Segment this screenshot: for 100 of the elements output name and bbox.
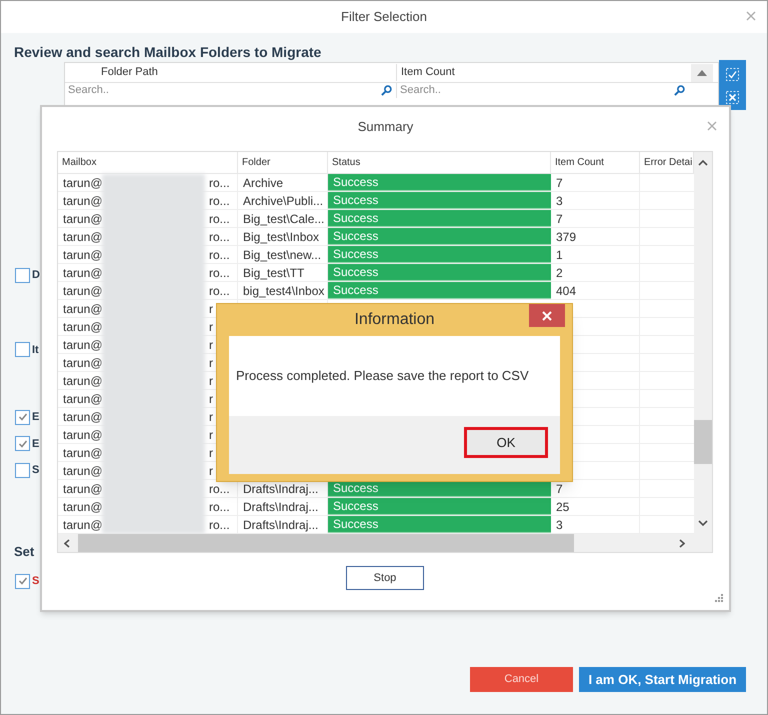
- option-label: S: [32, 574, 40, 589]
- table-cell-text: Big_test\new...: [243, 246, 322, 264]
- table-cell-text: Big_test\Inbox: [243, 228, 320, 246]
- close-icon[interactable]: [707, 121, 717, 131]
- table-cell-text: 3: [556, 192, 563, 210]
- mailbox-text: r: [209, 462, 213, 480]
- search-field[interactable]: Search..: [400, 82, 674, 99]
- table-cell-text: 7: [556, 210, 563, 228]
- table-cell-text: Big_test\Cale...: [243, 210, 324, 228]
- scroll-left-icon[interactable]: [64, 539, 70, 548]
- column-header: Folder Path: [100, 65, 159, 80]
- table-cell-text: Drafts\Indraj...: [243, 516, 318, 534]
- mailbox-text: tarun@: [63, 372, 104, 390]
- mailbox-text: tarun@: [63, 498, 104, 516]
- checkbox[interactable]: [15, 268, 30, 283]
- start-migration-button[interactable]: I am OK, Start Migration: [579, 667, 746, 692]
- close-icon[interactable]: [746, 11, 756, 21]
- column-header: Status: [328, 152, 551, 173]
- mailbox-text: tarun@: [63, 246, 104, 264]
- mailbox-text: tarun@: [63, 354, 104, 372]
- scrollbar-thumb[interactable]: [78, 534, 574, 552]
- mailbox-text: ro...: [209, 210, 230, 228]
- scroll-right-icon[interactable]: [679, 539, 685, 548]
- status-cell: Success: [328, 228, 551, 245]
- mailbox-text: ro...: [209, 264, 230, 282]
- checkbox[interactable]: [15, 462, 30, 478]
- search-icon: [381, 85, 392, 96]
- mailbox-text: tarun@: [63, 444, 104, 462]
- horizontal-scrollbar[interactable]: [58, 534, 712, 552]
- mailbox-text: tarun@: [63, 318, 104, 336]
- checkbox[interactable]: [15, 574, 30, 589]
- resize-grip-icon[interactable]: [715, 594, 723, 602]
- table-cell-text: 379: [556, 228, 576, 246]
- option-label: It: [32, 342, 39, 358]
- option-label: E: [32, 436, 40, 452]
- mailbox-text: tarun@: [63, 480, 104, 498]
- deselect-all-icon[interactable]: [726, 91, 739, 104]
- mailbox-text: ro...: [209, 480, 230, 498]
- section-heading: Review and search Mailbox Folders to Migrate: [14, 43, 322, 61]
- ok-button[interactable]: OK: [464, 427, 548, 458]
- mailbox-text: r: [209, 354, 213, 372]
- status-cell: Success: [328, 264, 551, 281]
- table-cell-text: big_test4\Inbox: [243, 282, 324, 300]
- window-title: Filter Selection: [341, 8, 427, 26]
- checkbox[interactable]: [15, 342, 30, 358]
- status-cell: Success: [328, 498, 551, 515]
- mailbox-text: r: [209, 426, 213, 444]
- scroll-up-icon[interactable]: [698, 159, 708, 166]
- mailbox-text: tarun@: [63, 210, 104, 228]
- close-button[interactable]: [529, 304, 565, 327]
- stop-button[interactable]: Stop: [346, 566, 424, 590]
- check-icon: [18, 576, 28, 586]
- search-icon: [674, 85, 685, 96]
- section-heading: Set: [14, 542, 36, 560]
- mailbox-text: tarun@: [63, 300, 104, 318]
- table-cell-text: 7: [556, 174, 563, 192]
- mailbox-text: tarun@: [63, 228, 104, 246]
- status-cell: Success: [328, 192, 551, 209]
- search-field[interactable]: Search..: [68, 82, 381, 99]
- select-all-icon[interactable]: [726, 68, 739, 81]
- mailbox-text: ro...: [209, 516, 230, 534]
- table-cell-text: 7: [556, 480, 563, 498]
- scroll-down-icon[interactable]: [698, 520, 708, 527]
- vertical-scrollbar[interactable]: [694, 152, 712, 534]
- checkbox[interactable]: [15, 410, 30, 425]
- column-header: Item Count: [551, 152, 640, 173]
- scroll-up-icon[interactable]: [697, 70, 707, 76]
- mailbox-text: tarun@: [63, 408, 104, 426]
- mailbox-text: tarun@: [63, 426, 104, 444]
- mailbox-text: r: [209, 372, 213, 390]
- dialog-title: Information: [354, 310, 435, 330]
- option-label: S: [32, 463, 40, 478]
- close-icon: [542, 310, 552, 320]
- mailbox-text: tarun@: [63, 516, 104, 534]
- message-text: Process completed. Please save the report to CSV: [236, 367, 529, 386]
- option-label: D: [32, 268, 40, 283]
- check-icon: [18, 412, 28, 422]
- mailbox-text: r: [209, 300, 213, 318]
- table-cell-text: Archive: [243, 174, 284, 192]
- checkbox[interactable]: [15, 436, 30, 452]
- mailbox-text: r: [209, 336, 213, 354]
- mailbox-text: ro...: [209, 228, 230, 246]
- mailbox-text: ro...: [209, 246, 230, 264]
- mailbox-text: tarun@: [63, 174, 104, 192]
- mailbox-text: r: [209, 408, 213, 426]
- scrollbar-thumb[interactable]: [694, 420, 712, 464]
- status-cell: Success: [328, 516, 551, 533]
- table-cell-text: Drafts\Indraj...: [243, 480, 318, 498]
- status-cell: Success: [328, 246, 551, 263]
- mailbox-text: tarun@: [63, 462, 104, 480]
- check-icon: [18, 438, 28, 449]
- mailbox-text: tarun@: [63, 282, 104, 300]
- table-cell-text: 25: [556, 498, 570, 516]
- table-cell-text: 3: [556, 516, 563, 534]
- status-cell: Success: [328, 210, 551, 227]
- mailbox-text: tarun@: [63, 390, 104, 408]
- mailbox-text: tarun@: [63, 192, 104, 210]
- mailbox-text: r: [209, 444, 213, 462]
- mailbox-text: tarun@: [63, 264, 104, 282]
- option-label: E: [32, 410, 40, 425]
